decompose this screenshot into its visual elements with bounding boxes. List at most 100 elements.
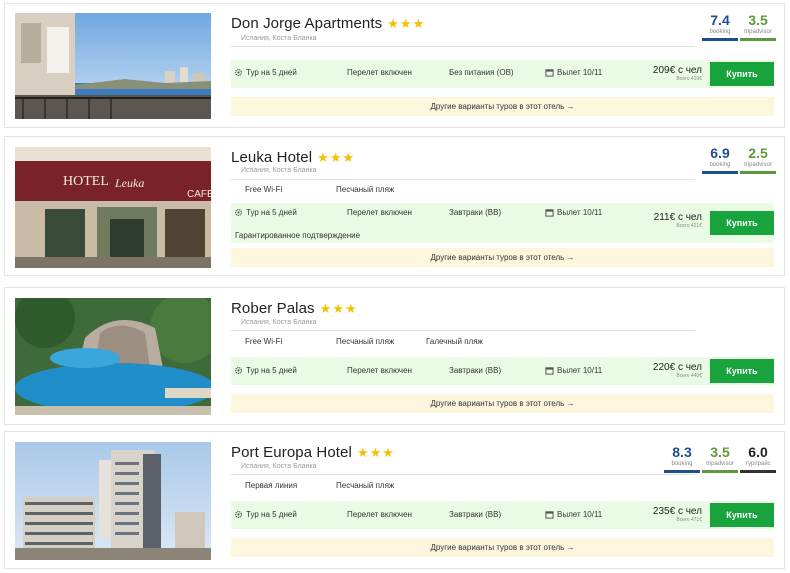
price: 211€ с чел Всего 421€: [654, 212, 702, 229]
star-icon: ★: [342, 150, 355, 165]
flight-included: Перелет включен: [347, 68, 412, 77]
turprice-rating: 6.0 турпрайс: [740, 444, 776, 473]
departure-date-text: Вылет 10/11: [557, 208, 603, 217]
star-icon: ★: [332, 301, 344, 316]
star-rating: ★ ★ ★: [320, 302, 357, 315]
more-tours-link[interactable]: Другие варианты туров в этот отель →: [231, 538, 774, 557]
rating-bar: [664, 470, 700, 473]
gear-icon: [235, 511, 242, 518]
star-icon: ★: [382, 445, 394, 460]
star-icon: ★: [317, 150, 329, 165]
buy-button[interactable]: Купить: [710, 359, 774, 383]
tour-duration: Тур на 5 дней: [234, 510, 297, 519]
hotel-name[interactable]: Leuka Hotel: [231, 149, 312, 166]
tour-duration-text: Тур на 5 дней: [246, 510, 297, 519]
buy-button[interactable]: Купить: [710, 503, 774, 527]
title-row: Port Europa Hotel ★ ★ ★: [231, 444, 394, 461]
features: Первая линия Песчаный пляж: [245, 481, 394, 490]
calendar-icon: [545, 511, 554, 519]
rating-bar: [740, 38, 776, 41]
rating-bar: [702, 470, 738, 473]
flight-included: Перелет включен: [347, 510, 412, 519]
price-per-person: 235€ с чел: [652, 506, 702, 517]
hotel-location: Испания, Коста Бланка: [241, 35, 317, 42]
rating-score: 6.0: [748, 444, 768, 460]
divider: [231, 330, 695, 331]
star-icon: ★: [344, 301, 357, 316]
flight-included: Перелет включен: [347, 208, 412, 217]
hotel-photo[interactable]: [15, 13, 211, 119]
hotel-name[interactable]: Don Jorge Apartments: [231, 15, 382, 32]
star-icon: ★: [319, 301, 332, 316]
star-rating: ★ ★ ★: [317, 151, 354, 164]
hotel-photo[interactable]: [15, 298, 211, 415]
more-tours-link[interactable]: Другие варианты туров в этот отель →: [231, 248, 774, 267]
more-tours-link[interactable]: Другие варианты туров в этот отель →: [231, 394, 774, 413]
star-rating: ★ ★ ★: [387, 17, 424, 30]
hotel-photo[interactable]: HOTEL Leuka CAFE: [15, 147, 211, 268]
rating-score: 3.5: [710, 444, 730, 460]
feature-item: Free Wi-Fi: [245, 337, 283, 346]
rating-bar: [702, 38, 738, 41]
gear-icon: [235, 69, 242, 76]
booking-rating: 6.9 booking: [702, 145, 738, 174]
price: 220€ с чел Всего 440€: [653, 362, 702, 379]
meal-plan: Завтраки (BB): [449, 366, 502, 375]
title-row: Don Jorge Apartments ★ ★ ★: [231, 15, 424, 32]
title-row: Leuka Hotel ★ ★ ★: [231, 149, 354, 166]
rating-score: 3.5: [748, 12, 768, 28]
departure-date-text: Вылет 10/11: [557, 510, 603, 519]
booking-rating: 7.4 booking: [702, 12, 738, 41]
meal-plan: Без питания (OB): [449, 68, 514, 77]
hotel-name[interactable]: Rober Palas: [231, 300, 315, 317]
hotel-card: Port Europa Hotel ★ ★ ★ Испания, Коста Б…: [4, 431, 785, 569]
tour-offer: Тур на 5 дней Перелет включен Завтраки (…: [231, 203, 774, 243]
rating-score: 8.3: [672, 444, 692, 460]
hotel-name[interactable]: Port Europa Hotel: [231, 444, 352, 461]
tripadvisor-rating: 2.5 tripadvisor: [740, 145, 776, 174]
rating-source: booking: [671, 461, 693, 467]
divider: [231, 179, 695, 180]
tour-offer: Тур на 5 дней Перелет включен Завтраки (…: [231, 501, 774, 529]
meal-plan: Завтраки (BB): [449, 510, 502, 519]
features: Free Wi-Fi Песчаный пляж: [245, 185, 394, 194]
price-total: Всего 440€: [676, 373, 702, 379]
buy-button[interactable]: Купить: [710, 62, 774, 86]
feature-item: Песчаный пляж: [336, 337, 395, 346]
tour-offer: Тур на 5 дней Перелет включен Без питани…: [231, 60, 774, 88]
tour-duration: Тур на 5 дней: [234, 366, 297, 375]
departure-date: Вылет 10/11: [545, 208, 602, 217]
rating-source: booking: [709, 162, 731, 168]
rating-bar: [740, 470, 776, 473]
more-tours-link[interactable]: Другие варианты туров в этот отель →: [231, 97, 774, 116]
departure-date-text: Вылет 10/11: [557, 366, 603, 375]
price: 235€ с чел Всего 471€: [653, 506, 702, 523]
departure-date: Вылет 10/11: [545, 366, 602, 375]
features: Free Wi-Fi Песчаный пляж Галечный пляж: [245, 337, 483, 346]
flight-included: Перелет включен: [347, 366, 412, 375]
rating-score: 2.5: [748, 145, 768, 161]
tour-duration-text: Тур на 5 дней: [246, 208, 297, 217]
ratings: 8.3 booking 3.5 tripadvisor 6.0 турпрайс: [664, 444, 776, 473]
hotel-card: HOTEL Leuka CAFE Leuka Hotel ★ ★ ★ Испан…: [4, 136, 785, 276]
photo-sign: HOTEL: [63, 174, 109, 189]
rating-source: booking: [709, 29, 731, 35]
feature-item: Первая линия: [245, 481, 298, 490]
divider: [231, 46, 695, 47]
hotel-location: Испания, Коста Бланка: [241, 463, 317, 470]
buy-button[interactable]: Купить: [710, 211, 774, 235]
star-icon: ★: [329, 150, 342, 165]
rating-source: турпрайс: [745, 461, 771, 467]
tour-duration: Тур на 5 дней: [234, 68, 297, 77]
calendar-icon: [545, 69, 554, 77]
tour-offer: Тур на 5 дней Перелет включен Завтраки (…: [231, 357, 774, 385]
feature-item: Песчаный пляж: [336, 481, 395, 490]
hotel-photo[interactable]: [15, 442, 211, 560]
gear-icon: [235, 367, 242, 374]
star-icon: ★: [399, 16, 412, 31]
hotel-location: Испания, Коста Бланка: [241, 167, 317, 174]
photo-sign: CAFE: [187, 189, 211, 200]
star-icon: ★: [369, 445, 382, 460]
rating-source: tripadvisor: [706, 461, 734, 467]
rating-source: tripadvisor: [744, 29, 772, 35]
